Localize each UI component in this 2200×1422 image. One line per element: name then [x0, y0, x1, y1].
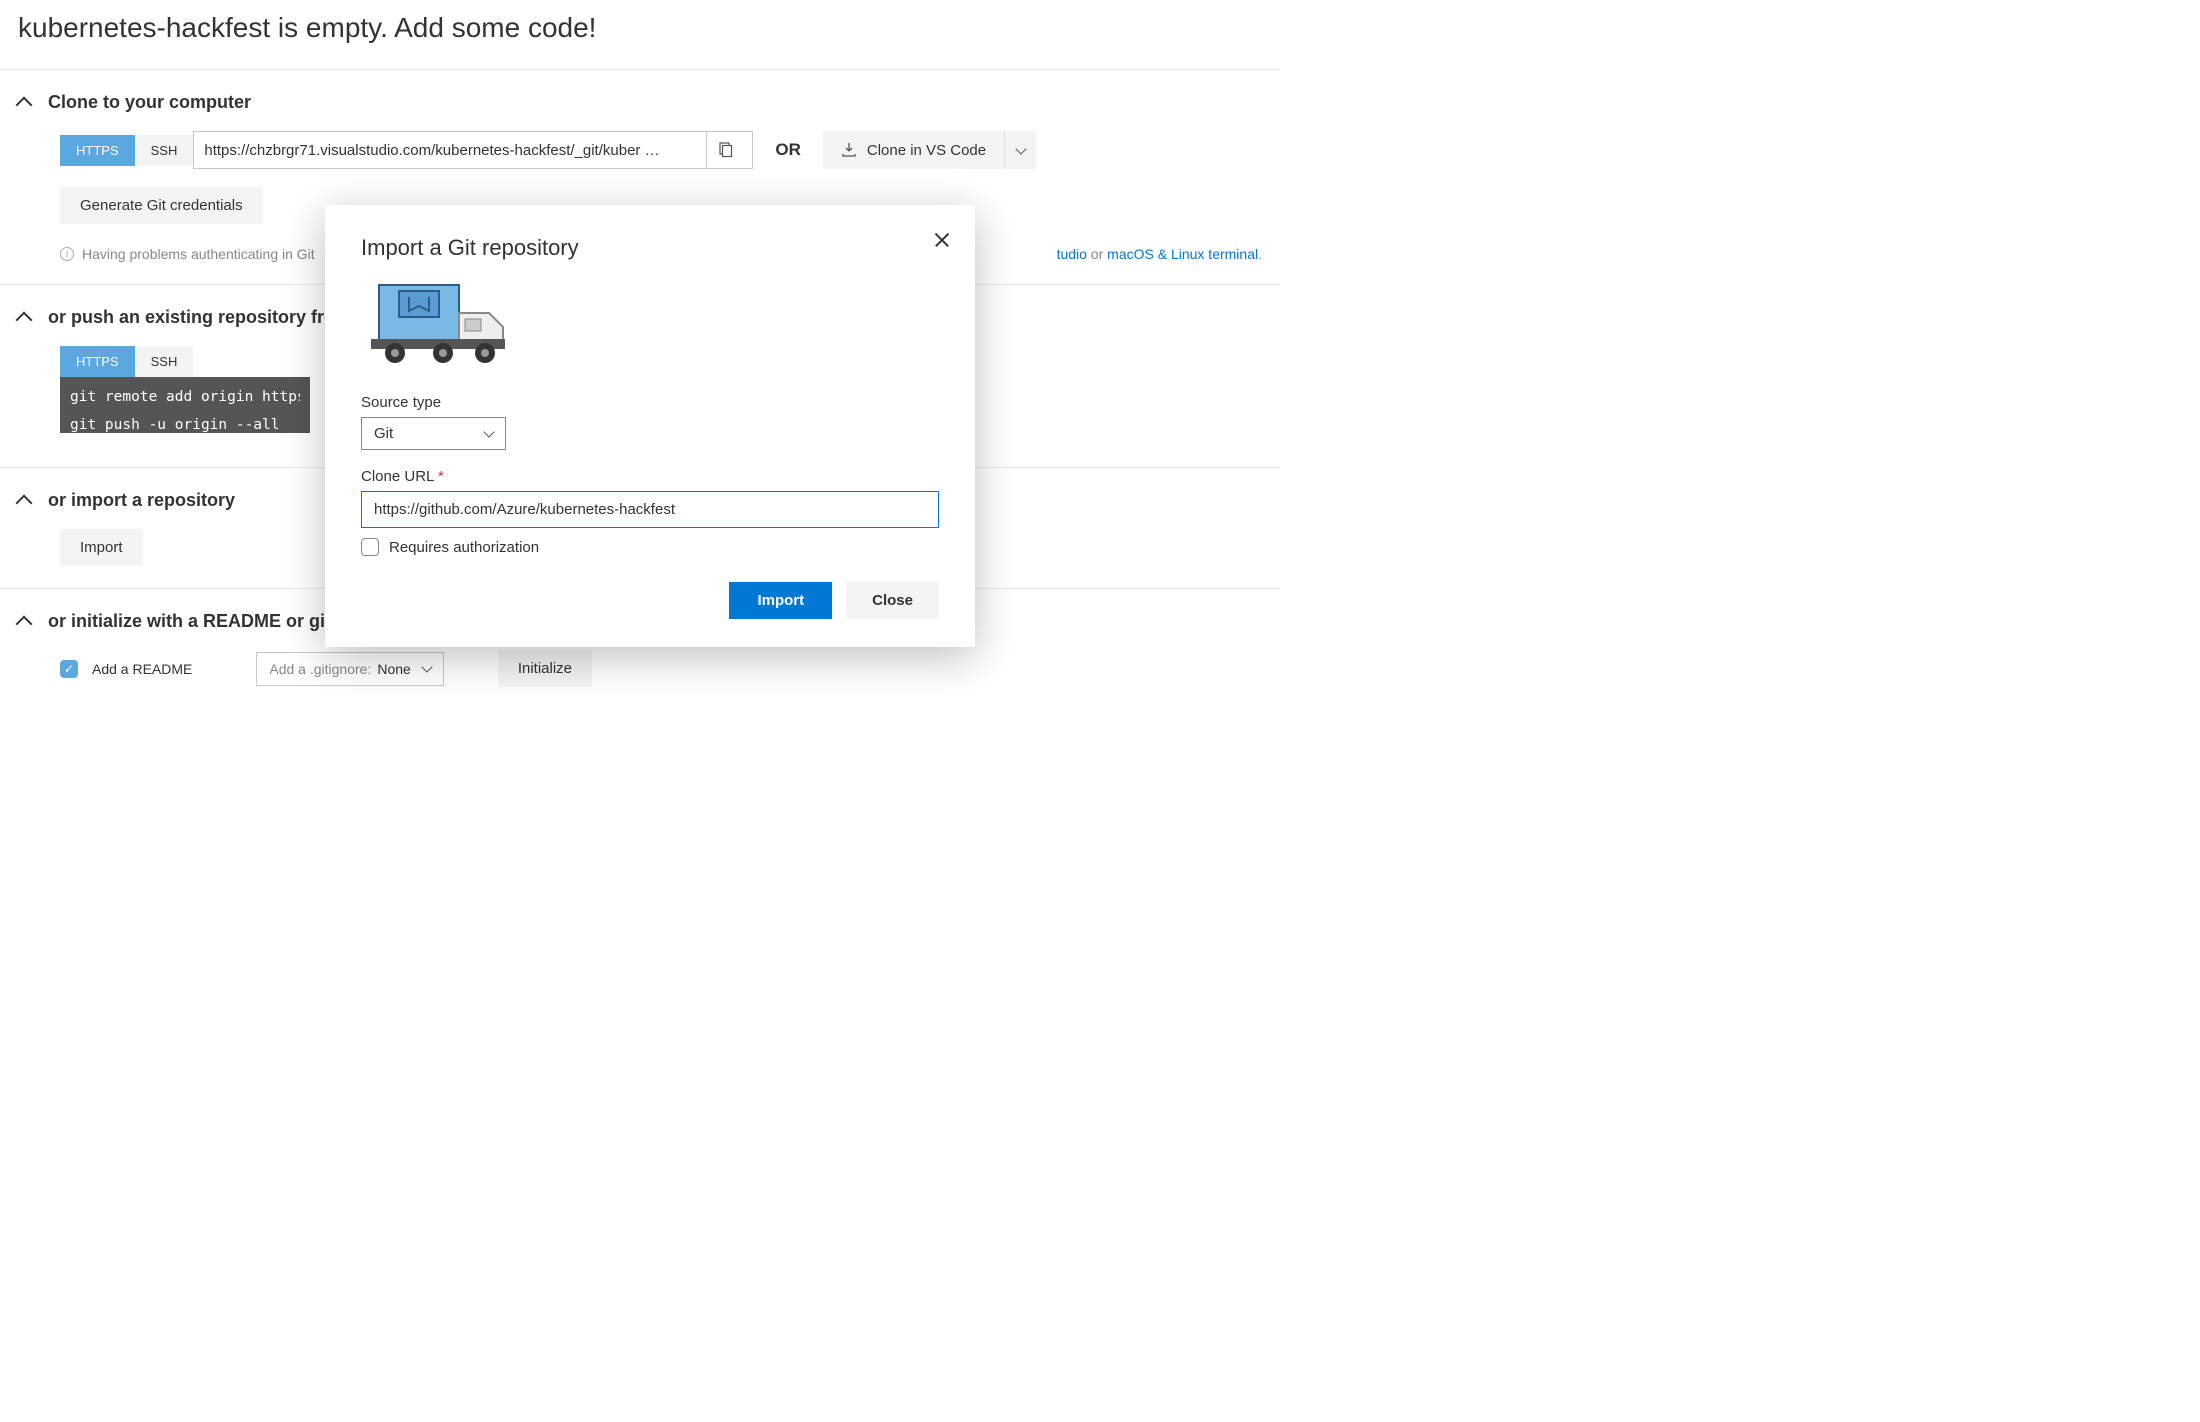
help-link-macos-linux[interactable]: macOS & Linux terminal — [1107, 246, 1258, 262]
info-icon: i — [60, 247, 74, 261]
truck-icon — [361, 277, 939, 370]
or-text: OR — [753, 140, 823, 160]
copy-icon[interactable] — [706, 132, 742, 168]
help-prefix: Having problems authenticating in Git — [82, 246, 315, 262]
help-period: . — [1258, 246, 1262, 262]
section-clone-title: Clone to your computer — [48, 92, 251, 113]
code-line: git push -u origin --all — [70, 417, 300, 433]
requires-auth-label: Requires authorization — [389, 539, 539, 556]
close-modal-button[interactable]: Close — [846, 582, 939, 619]
close-icon — [933, 231, 951, 249]
tab-ssh[interactable]: SSH — [135, 346, 194, 377]
clone-url-box: https://chzbrgr71.visualstudio.com/kuber… — [193, 131, 753, 169]
page-title: kubernetes-hackfest is empty. Add some c… — [0, 0, 1280, 69]
tab-ssh[interactable]: SSH — [135, 135, 194, 166]
chevron-up-icon[interactable] — [16, 97, 33, 114]
import-button[interactable]: Import — [60, 529, 143, 566]
gitignore-value: None — [377, 661, 410, 677]
readme-checkbox[interactable]: ✓ — [60, 660, 78, 678]
tab-https[interactable]: HTTPS — [60, 346, 135, 377]
modal-title: Import a Git repository — [361, 235, 939, 261]
gitignore-prefix: Add a .gitignore: — [269, 661, 371, 677]
download-icon — [841, 142, 857, 158]
import-git-modal: Import a Git repository Source type Git … — [325, 205, 975, 647]
tab-https[interactable]: HTTPS — [60, 135, 135, 166]
clone-url-text[interactable]: https://chzbrgr71.visualstudio.com/kuber… — [204, 142, 698, 159]
source-type-label: Source type — [361, 394, 939, 411]
code-line: git remote add origin https://chzbr — [70, 389, 300, 405]
gitignore-select[interactable]: Add a .gitignore: None — [256, 652, 443, 686]
clone-url-label: Clone URL * — [361, 468, 939, 485]
chevron-up-icon[interactable] — [16, 616, 33, 633]
source-type-value: Git — [374, 425, 393, 442]
generate-credentials-button[interactable]: Generate Git credentials — [60, 187, 263, 224]
clone-vscode-button[interactable]: Clone in VS Code — [823, 131, 1036, 169]
clone-url-input[interactable] — [361, 491, 939, 528]
requires-auth-checkbox[interactable] — [361, 538, 379, 556]
code-block[interactable]: git remote add origin https://chzbr git … — [60, 377, 310, 433]
close-button[interactable] — [933, 231, 951, 252]
source-type-select[interactable]: Git — [361, 417, 506, 450]
chevron-down-icon — [1015, 143, 1026, 154]
clone-vscode-dropdown[interactable] — [1004, 131, 1036, 169]
help-or: or — [1087, 246, 1107, 262]
initialize-button[interactable]: Initialize — [498, 650, 592, 687]
chevron-down-icon — [483, 426, 494, 437]
chevron-up-icon[interactable] — [16, 312, 33, 329]
section-import-title: or import a repository — [48, 490, 235, 511]
help-link-studio[interactable]: tudio — [1057, 246, 1087, 262]
import-submit-button[interactable]: Import — [729, 582, 832, 619]
clone-vscode-label: Clone in VS Code — [867, 142, 986, 159]
chevron-down-icon — [421, 661, 432, 672]
chevron-up-icon[interactable] — [16, 495, 33, 512]
readme-label: Add a README — [92, 661, 192, 677]
